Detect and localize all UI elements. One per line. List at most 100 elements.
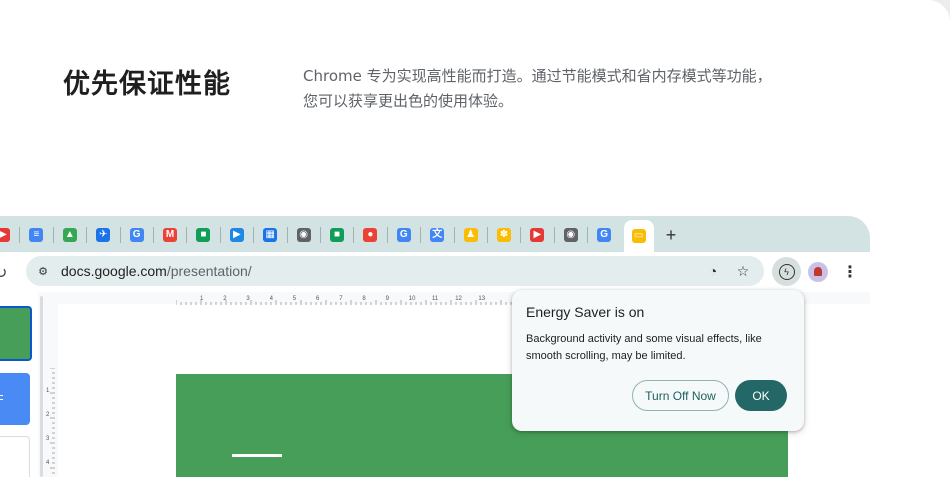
tab-separator — [19, 227, 21, 243]
ruler-label: 6 — [316, 296, 320, 302]
browser-tab[interactable]: ✈ — [88, 221, 118, 249]
browser-tab[interactable]: 文 — [422, 221, 452, 249]
ruler-label: 4 — [46, 460, 50, 466]
browser-tab[interactable]: ♟ — [456, 221, 486, 249]
tab-separator — [587, 227, 589, 243]
ruler-label: 2 — [223, 296, 227, 302]
browser-tab[interactable]: ● — [355, 221, 385, 249]
browser-tab[interactable]: ▶ — [222, 221, 252, 249]
ruler-label: 12 — [455, 296, 462, 302]
reload-icon[interactable]: ↻ — [0, 263, 7, 283]
tab-separator — [553, 227, 555, 243]
browser-tab[interactable]: ◉ — [289, 221, 319, 249]
energy-saver-icon: ϟ — [778, 263, 795, 280]
browser-tab[interactable]: ▭ — [623, 220, 654, 252]
site-info-icon[interactable]: ⚙ — [35, 263, 51, 279]
google-play-icon: ▶ — [229, 228, 244, 242]
tab-separator — [52, 227, 54, 243]
browser-tab[interactable]: ▶ — [522, 221, 552, 249]
tab-separator — [86, 227, 88, 243]
more-menu-icon[interactable]: ⋮ — [842, 261, 858, 283]
feature-card: 优先保证性能 Chrome 专为实现高性能而打造。通过节能模式和省内存模式等功能… — [0, 0, 950, 477]
google-icon: G — [129, 228, 144, 242]
slide-thumbnail[interactable] — [0, 306, 32, 361]
tab-separator — [219, 227, 221, 243]
google-maps-icon: ● — [363, 228, 378, 242]
slide-filmstrip — [0, 292, 38, 477]
tab-separator — [320, 227, 321, 243]
google-docs-icon: ≡ — [29, 228, 44, 242]
browser-tab[interactable]: ■ — [188, 221, 218, 249]
google-chat-icon: ■ — [330, 228, 344, 242]
horizontal-ruler: 1 2 3 4 5 6 7 8 9 10 11 12 13 — [176, 296, 512, 305]
tab-separator — [353, 227, 355, 243]
browser-tab[interactable]: ✽ — [489, 221, 519, 249]
tab-separator — [119, 227, 121, 243]
browser-tab[interactable]: ▦ — [255, 221, 285, 249]
browser-tab[interactable]: ≡ — [21, 221, 51, 249]
page-title: 优先保证性能 — [63, 69, 231, 100]
ruler-label: 2 — [46, 412, 50, 418]
ruler-label: 7 — [339, 296, 343, 302]
vertical-ruler: 1 2 3 4 — [46, 368, 55, 474]
tab-separator — [520, 227, 522, 243]
gmail-icon: M — [163, 228, 177, 242]
google-icon: G — [396, 228, 411, 242]
ruler-label: 8 — [362, 296, 366, 302]
ruler-label: 13 — [478, 296, 485, 302]
ruler-label: 1 — [46, 388, 50, 394]
bookmark-star-icon[interactable]: ☆ — [734, 262, 752, 280]
chrome-icon: ◉ — [563, 228, 578, 242]
chrome-dino-icon: ♟ — [463, 228, 478, 242]
popover-body: Background activity and some visual effe… — [526, 333, 762, 362]
browser-tab[interactable]: G — [589, 221, 619, 249]
energy-saver-button[interactable]: ϟ — [772, 257, 801, 286]
browser-tab[interactable]: ▶ — [0, 221, 18, 249]
browser-tab[interactable]: G — [122, 221, 152, 249]
browser-tab[interactable]: ■ — [322, 221, 352, 249]
tab-separator — [253, 227, 255, 243]
profile-avatar[interactable] — [808, 262, 828, 282]
google-calendar-icon: ▦ — [263, 228, 278, 242]
turn-off-now-button[interactable]: Turn Off Now — [632, 380, 729, 411]
slide-thumbnail[interactable] — [0, 436, 30, 477]
browser-tab[interactable]: ▲ — [55, 221, 85, 249]
google-slides-icon: ▭ — [631, 229, 646, 243]
ruler-label: 3 — [46, 436, 50, 442]
tab-separator — [286, 227, 288, 243]
ruler-label: 4 — [270, 296, 274, 302]
new-tab-button[interactable]: + — [660, 224, 682, 246]
youtube-music-icon: ▶ — [530, 228, 545, 242]
browser-tab[interactable]: ◉ — [556, 221, 586, 249]
url-host: docs.google.com — [61, 263, 167, 279]
slide-text-line[interactable] — [232, 454, 282, 457]
performance-icon[interactable]: ◔ — [704, 262, 722, 280]
tab-separator — [453, 227, 455, 243]
browser-tab[interactable]: G — [389, 221, 419, 249]
ruler-label: 9 — [386, 296, 390, 302]
google-meet-icon: ■ — [196, 228, 211, 242]
slide-thumbnail[interactable] — [0, 373, 30, 425]
url-text[interactable]: docs.google.com/presentation/ — [61, 263, 252, 279]
google-icon: G — [597, 228, 612, 242]
tab-separator — [186, 227, 188, 243]
tab-separator — [386, 227, 388, 243]
feature-description: Chrome 专为实现高性能而打造。通过节能模式和省内存模式等功能，您可以获享更… — [303, 67, 772, 110]
filmstrip-scrollbar[interactable] — [40, 296, 43, 477]
flights-icon: ✈ — [96, 228, 111, 242]
popover-title: Energy Saver is on — [526, 304, 645, 320]
address-bar[interactable]: ⚙ docs.google.com/presentation/ ◔ ☆ — [26, 256, 764, 286]
google-photos-icon: ✽ — [497, 228, 511, 242]
ruler-label: 3 — [246, 296, 250, 302]
tab-separator — [487, 227, 488, 243]
browser-tab[interactable]: M — [155, 221, 185, 249]
ruler-label: 10 — [409, 296, 416, 302]
chrome-icon: ◉ — [296, 228, 311, 242]
energy-saver-popover: Energy Saver is on Background activity a… — [512, 290, 804, 431]
ruler-label: 11 — [432, 296, 439, 302]
tab-separator — [420, 227, 422, 243]
youtube-icon: ▶ — [0, 228, 10, 242]
browser-toolbar: ↻ ⚙ docs.google.com/presentation/ ◔ ☆ ϟ … — [0, 252, 870, 292]
ok-button[interactable]: OK — [735, 380, 787, 411]
tab-separator — [153, 227, 154, 243]
